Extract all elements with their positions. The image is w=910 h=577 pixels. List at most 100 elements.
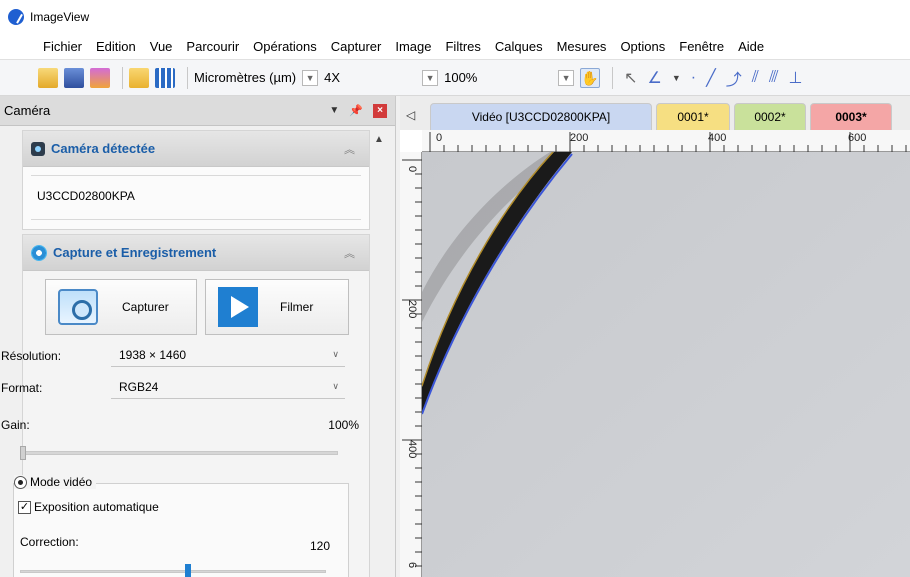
hand-pan-icon[interactable]: ✋: [580, 67, 601, 88]
image-view[interactable]: 0 200 400 600 0 200 400 6: [400, 130, 910, 577]
browse-folder-icon[interactable]: [129, 67, 149, 88]
zoom-selector[interactable]: 100%: [444, 70, 552, 85]
video-mode-group: Mode vidéo ✓ Exposition automatique Corr…: [13, 475, 349, 577]
collapse-icon[interactable]: ︽: [344, 141, 355, 157]
menu-parcourir[interactable]: Parcourir: [179, 39, 246, 54]
save-as-icon[interactable]: [90, 67, 110, 88]
angle-icon[interactable]: ∠: [648, 68, 662, 88]
window-title: ImageView: [30, 10, 90, 24]
tab-0001[interactable]: 0001*: [656, 103, 730, 130]
capture-header[interactable]: Capture et Enregistrement ︽: [23, 235, 369, 271]
gain-slider-track[interactable]: [20, 451, 338, 455]
capture-button-label: Capturer: [122, 300, 169, 314]
menu-fichier[interactable]: Fichier: [36, 39, 89, 54]
panel-title: Caméra: [4, 103, 51, 118]
camera-detected-header[interactable]: Caméra détectée ︽: [23, 131, 369, 167]
vertical-ruler: 0 200 400 6: [400, 152, 422, 577]
parallel-icon[interactable]: ⫽: [752, 69, 759, 87]
scroll-up-icon[interactable]: ▲: [372, 134, 386, 145]
menu-capturer[interactable]: Capturer: [324, 39, 389, 54]
film-button-label: Filmer: [280, 300, 314, 314]
resolution-select[interactable]: 1938 × 1460 ∨: [111, 343, 345, 367]
radio-selected-icon[interactable]: [14, 475, 27, 489]
correction-slider-track[interactable]: [20, 570, 326, 573]
correction-label: Correction:: [20, 535, 79, 549]
line-icon[interactable]: ╱: [706, 68, 716, 88]
menu-fenetre[interactable]: Fenêtre: [672, 39, 731, 54]
menu-image[interactable]: Image: [388, 39, 438, 54]
pointer-icon[interactable]: ↖: [624, 68, 637, 88]
chevron-down-icon[interactable]: ▼: [422, 69, 439, 86]
capture-section: Capture et Enregistrement ︽ Capturer Fil…: [1, 234, 370, 577]
magnification-selector[interactable]: 4X: [324, 70, 416, 85]
point-icon[interactable]: ·: [691, 69, 696, 87]
chevron-down-icon[interactable]: ▼: [558, 69, 575, 86]
tab-0003[interactable]: 0003*: [810, 103, 892, 130]
close-icon[interactable]: ×: [373, 103, 387, 118]
menu-edition[interactable]: Edition: [89, 39, 143, 54]
tab-0002[interactable]: 0002*: [734, 103, 806, 130]
panel-body: Caméra détectée ︽ U3CCD02800KPA Capture …: [1, 130, 370, 577]
app-window: ImageView Fichier Edition Vue Parcourir …: [0, 0, 910, 577]
auto-exposure-checkbox[interactable]: ✓ Exposition automatique: [18, 500, 159, 514]
specimen-edge: [422, 152, 910, 577]
format-select[interactable]: RGB24 ∨: [111, 375, 345, 399]
resolution-label: Résolution:: [1, 349, 62, 363]
capture-body: Capturer Filmer Résolution: 1938 × 1460 …: [1, 271, 369, 577]
tab-label: 0002*: [754, 110, 786, 124]
tab-scroll-left-icon[interactable]: ◁: [406, 108, 415, 122]
tab-video[interactable]: Vidéo [U3CCD02800KPA]: [430, 103, 652, 130]
save-icon[interactable]: [64, 67, 84, 88]
ruler-label: 200: [570, 132, 589, 144]
menu-aide[interactable]: Aide: [731, 39, 771, 54]
menu-mesures[interactable]: Mesures: [550, 39, 614, 54]
film-button[interactable]: Filmer: [205, 279, 349, 335]
panel-scrollbar[interactable]: ▲: [372, 130, 386, 577]
menu-operations[interactable]: Opérations: [246, 39, 324, 54]
microscope-image[interactable]: [422, 152, 910, 577]
ruler-label: 0: [436, 132, 443, 144]
section-title: Caméra détectée: [51, 141, 156, 156]
auto-exposure-label: Exposition automatique: [34, 500, 159, 514]
ruler-label: 600: [848, 132, 867, 144]
menu-vue[interactable]: Vue: [143, 39, 180, 54]
video-mode-radio[interactable]: Mode vidéo: [14, 475, 97, 489]
gain-slider-thumb[interactable]: [20, 446, 26, 460]
ruler-label: 0: [406, 166, 418, 173]
ruler-label: 200: [406, 300, 418, 319]
polyline-icon[interactable]: ⤴: [726, 66, 742, 90]
capture-button[interactable]: Capturer: [45, 279, 197, 335]
checkbox-checked-icon[interactable]: ✓: [18, 500, 31, 514]
parallel-measure-icon[interactable]: ⫻: [769, 69, 779, 87]
document-tabs: ◁ Vidéo [U3CCD02800KPA] 0001* 0002* 0003…: [400, 96, 910, 130]
toolbar-separator: [187, 66, 188, 89]
toolbar-separator: [122, 66, 123, 89]
pin-icon[interactable]: 📌: [349, 104, 363, 117]
menu-bar: Fichier Edition Vue Parcourir Opérations…: [0, 34, 910, 60]
dropdown-arrow-icon[interactable]: ▼: [329, 105, 339, 116]
camera-icon: [31, 141, 45, 156]
menu-filtres[interactable]: Filtres: [438, 39, 487, 54]
section-title: Capture et Enregistrement: [53, 245, 217, 260]
menu-options[interactable]: Options: [613, 39, 672, 54]
perpendicular-icon[interactable]: ⊥: [788, 68, 802, 88]
collapse-icon[interactable]: ︽: [344, 245, 355, 261]
camera-device-item[interactable]: U3CCD02800KPA: [37, 189, 135, 203]
play-icon: [218, 287, 258, 327]
format-label: Format:: [1, 381, 43, 395]
grid-view-icon[interactable]: [155, 67, 175, 88]
chevron-down-icon[interactable]: ▼: [672, 73, 681, 83]
unit-selector[interactable]: Micromètres (µm): [194, 70, 296, 85]
capture-record-icon: [31, 244, 47, 261]
ruler-label: 6: [406, 562, 418, 569]
menu-calques[interactable]: Calques: [488, 39, 550, 54]
chevron-down-icon: ∨: [332, 381, 339, 391]
open-folder-icon[interactable]: [38, 67, 58, 88]
tab-label: 0003*: [835, 110, 867, 124]
camera-capture-icon: [58, 289, 98, 325]
camera-panel: Caméra ▼ 📌 × Caméra détectée ︽ U3CCD0280…: [0, 96, 396, 577]
ruler-label: 400: [708, 132, 727, 144]
correction-slider-thumb[interactable]: [185, 564, 191, 577]
correction-value: 120: [309, 539, 330, 553]
chevron-down-icon[interactable]: ▼: [302, 69, 319, 86]
